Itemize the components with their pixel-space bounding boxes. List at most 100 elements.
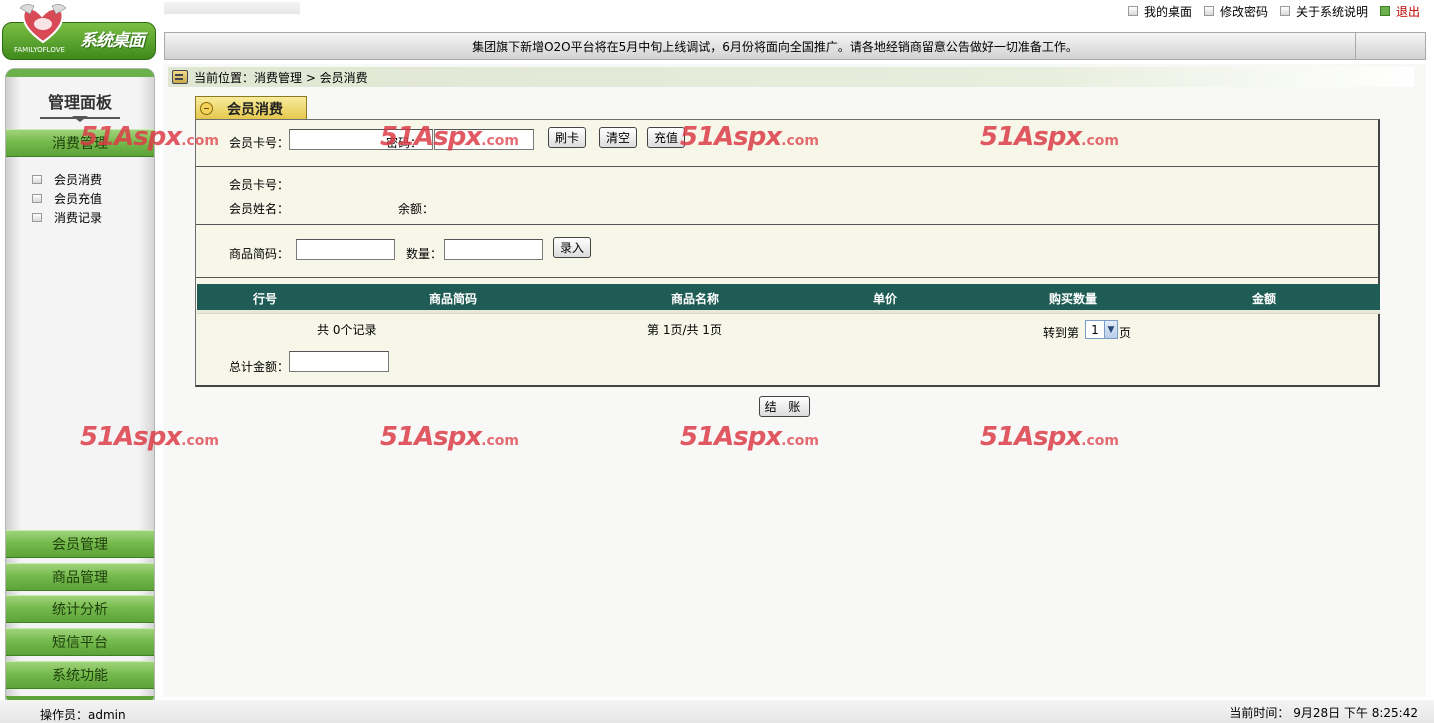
sidebar-section-product[interactable]: 商品管理 xyxy=(6,563,154,591)
heart-wings-icon xyxy=(20,4,66,44)
chevron-down-icon: ▼ xyxy=(1104,321,1117,338)
password-icon xyxy=(1203,6,1214,16)
quantity-label: 数量： xyxy=(406,247,443,261)
watermark-main: 51Aspx xyxy=(680,122,782,152)
my-desktop-label: 我的桌面 xyxy=(1143,4,1192,19)
about-system-label: 关于系统说明 xyxy=(1295,4,1368,19)
sidebar-item-member-consumption[interactable]: 会员消费 xyxy=(32,171,102,188)
swipe-card-button[interactable]: 刷卡 xyxy=(548,127,587,148)
page-info: 第 1页/共 1页 xyxy=(647,323,722,337)
desktop-icon xyxy=(1127,6,1138,16)
sidebar-section-sms[interactable]: 短信平台 xyxy=(6,628,154,656)
column-header-quantity: 购买数量 xyxy=(1049,292,1098,306)
page-select-value: 1 xyxy=(1091,322,1099,337)
current-time: 当前时间： 9月28日 下午 8:25:42 xyxy=(1229,706,1418,720)
tab-member-consumption: 会员消费 xyxy=(195,96,307,120)
product-code-input[interactable] xyxy=(296,239,395,260)
sidebar-top-bar xyxy=(6,69,154,77)
watermark-suffix: .com xyxy=(181,133,219,149)
operator-info: 操作员：admin xyxy=(40,708,126,722)
section-label: 统计分析 xyxy=(52,602,108,618)
divider xyxy=(196,166,1379,167)
record-count: 共 0个记录 xyxy=(317,323,377,337)
watermark-suffix: .com xyxy=(781,433,819,449)
watermark-main: 51Aspx xyxy=(980,422,1082,452)
section-label: 商品管理 xyxy=(52,570,108,586)
change-password-label: 修改密码 xyxy=(1219,4,1268,19)
goto-page-suffix: 页 xyxy=(1119,326,1132,340)
section-label: 系统功能 xyxy=(52,668,108,684)
watermark-suffix: .com xyxy=(481,133,519,149)
watermark: 51Aspx.com xyxy=(80,122,219,152)
section-label: 会员管理 xyxy=(52,537,108,553)
top-nav: 我的桌面 修改密码 关于系统说明 退出 xyxy=(1116,3,1420,19)
logo-subtitle: FAMILYOFLOVE xyxy=(14,46,65,54)
notice-text: 集团旗下新增O2O平台将在5月中旬上线调试，6月份将面向全国推广。请各地经销商留… xyxy=(472,39,1078,54)
page-select[interactable]: 1 ▼ xyxy=(1085,320,1118,339)
clear-button[interactable]: 清空 xyxy=(599,127,638,148)
footer: 操作员：admin 当前时间： 9月28日 下午 8:25:42 xyxy=(0,700,1434,723)
bullet-icon xyxy=(32,194,42,203)
watermark: 51Aspx.com xyxy=(680,422,819,452)
total-amount-label: 总计金额： xyxy=(229,360,290,374)
sidebar-item-member-recharge[interactable]: 会员充值 xyxy=(32,190,102,207)
column-header-product-code: 商品简码 xyxy=(429,292,478,306)
info-card-number-label: 会员卡号： xyxy=(229,178,290,192)
watermark-main: 51Aspx xyxy=(380,122,482,152)
notice-bar-end xyxy=(1355,33,1425,59)
logout-label: 退出 xyxy=(1395,4,1420,19)
section-label: 短信平台 xyxy=(52,635,108,651)
watermark-suffix: .com xyxy=(181,433,219,449)
goto-page-label: 转到第 xyxy=(1043,326,1080,340)
watermark: 51Aspx.com xyxy=(980,122,1119,152)
change-password-link[interactable]: 修改密码 xyxy=(1203,3,1268,20)
sidebar-item-consumption-records[interactable]: 消费记录 xyxy=(32,209,102,226)
card-number-label: 会员卡号： xyxy=(229,136,290,150)
watermark-suffix: .com xyxy=(1081,133,1119,149)
notice-bar: 集团旗下新增O2O平台将在5月中旬上线调试，6月份将面向全国推广。请各地经销商留… xyxy=(164,32,1426,60)
watermark-suffix: .com xyxy=(1081,433,1119,449)
sidebar-section-system[interactable]: 系统功能 xyxy=(6,661,154,689)
watermark-main: 51Aspx xyxy=(80,422,182,452)
total-amount-input[interactable] xyxy=(289,351,389,372)
enter-button[interactable]: 录入 xyxy=(553,237,592,258)
checkout-button[interactable]: 结 账 xyxy=(759,396,810,417)
my-desktop-link[interactable]: 我的桌面 xyxy=(1127,3,1192,20)
info-member-name-label: 会员姓名： xyxy=(229,202,290,216)
panel-title: 管理面板 xyxy=(47,93,112,112)
watermark: 51Aspx.com xyxy=(380,422,519,452)
watermark: 51Aspx.com xyxy=(680,122,819,152)
sidebar: 管理面板 消费管理 会员消费 会员充值 消费记录 会员管理 商品管理 统计分析 … xyxy=(5,68,155,702)
divider xyxy=(196,224,1379,225)
quantity-input[interactable] xyxy=(444,239,543,260)
info-icon xyxy=(1279,6,1290,16)
column-header-unit-price: 单价 xyxy=(873,292,898,306)
bullet-icon xyxy=(32,175,42,184)
logout-link[interactable]: 退出 xyxy=(1379,3,1420,20)
watermark-suffix: .com xyxy=(781,133,819,149)
location-icon xyxy=(172,70,188,84)
sidebar-item-label: 会员消费 xyxy=(54,173,103,187)
watermark-suffix: .com xyxy=(481,433,519,449)
watermark: 51Aspx.com xyxy=(80,422,219,452)
logo-title: 系统桌面 xyxy=(80,31,145,51)
grid-header-separator xyxy=(197,310,1380,314)
sidebar-item-label: 消费记录 xyxy=(54,211,103,225)
column-header-row-no: 行号 xyxy=(253,292,278,306)
breadcrumb-text: 当前位置：消费管理 > 会员消费 xyxy=(194,70,368,85)
sidebar-section-statistics[interactable]: 统计分析 xyxy=(6,595,154,623)
collapse-icon[interactable] xyxy=(200,102,213,115)
column-header-amount: 金额 xyxy=(1252,292,1277,306)
info-balance-label: 余额： xyxy=(398,202,435,216)
watermark-main: 51Aspx xyxy=(980,122,1082,152)
column-header-product-name: 商品名称 xyxy=(671,292,720,306)
watermark-main: 51Aspx xyxy=(380,422,482,452)
bullet-icon xyxy=(32,213,42,222)
product-code-label: 商品简码： xyxy=(229,247,290,261)
logout-icon xyxy=(1379,6,1390,16)
divider xyxy=(196,277,1379,278)
sidebar-section-member[interactable]: 会员管理 xyxy=(6,530,154,558)
grid-header: 行号 商品简码 商品名称 单价 购买数量 金额 xyxy=(197,284,1380,310)
about-system-link[interactable]: 关于系统说明 xyxy=(1279,3,1368,20)
app-logo: 系统桌面 FAMILYOFLOVE xyxy=(2,2,156,60)
